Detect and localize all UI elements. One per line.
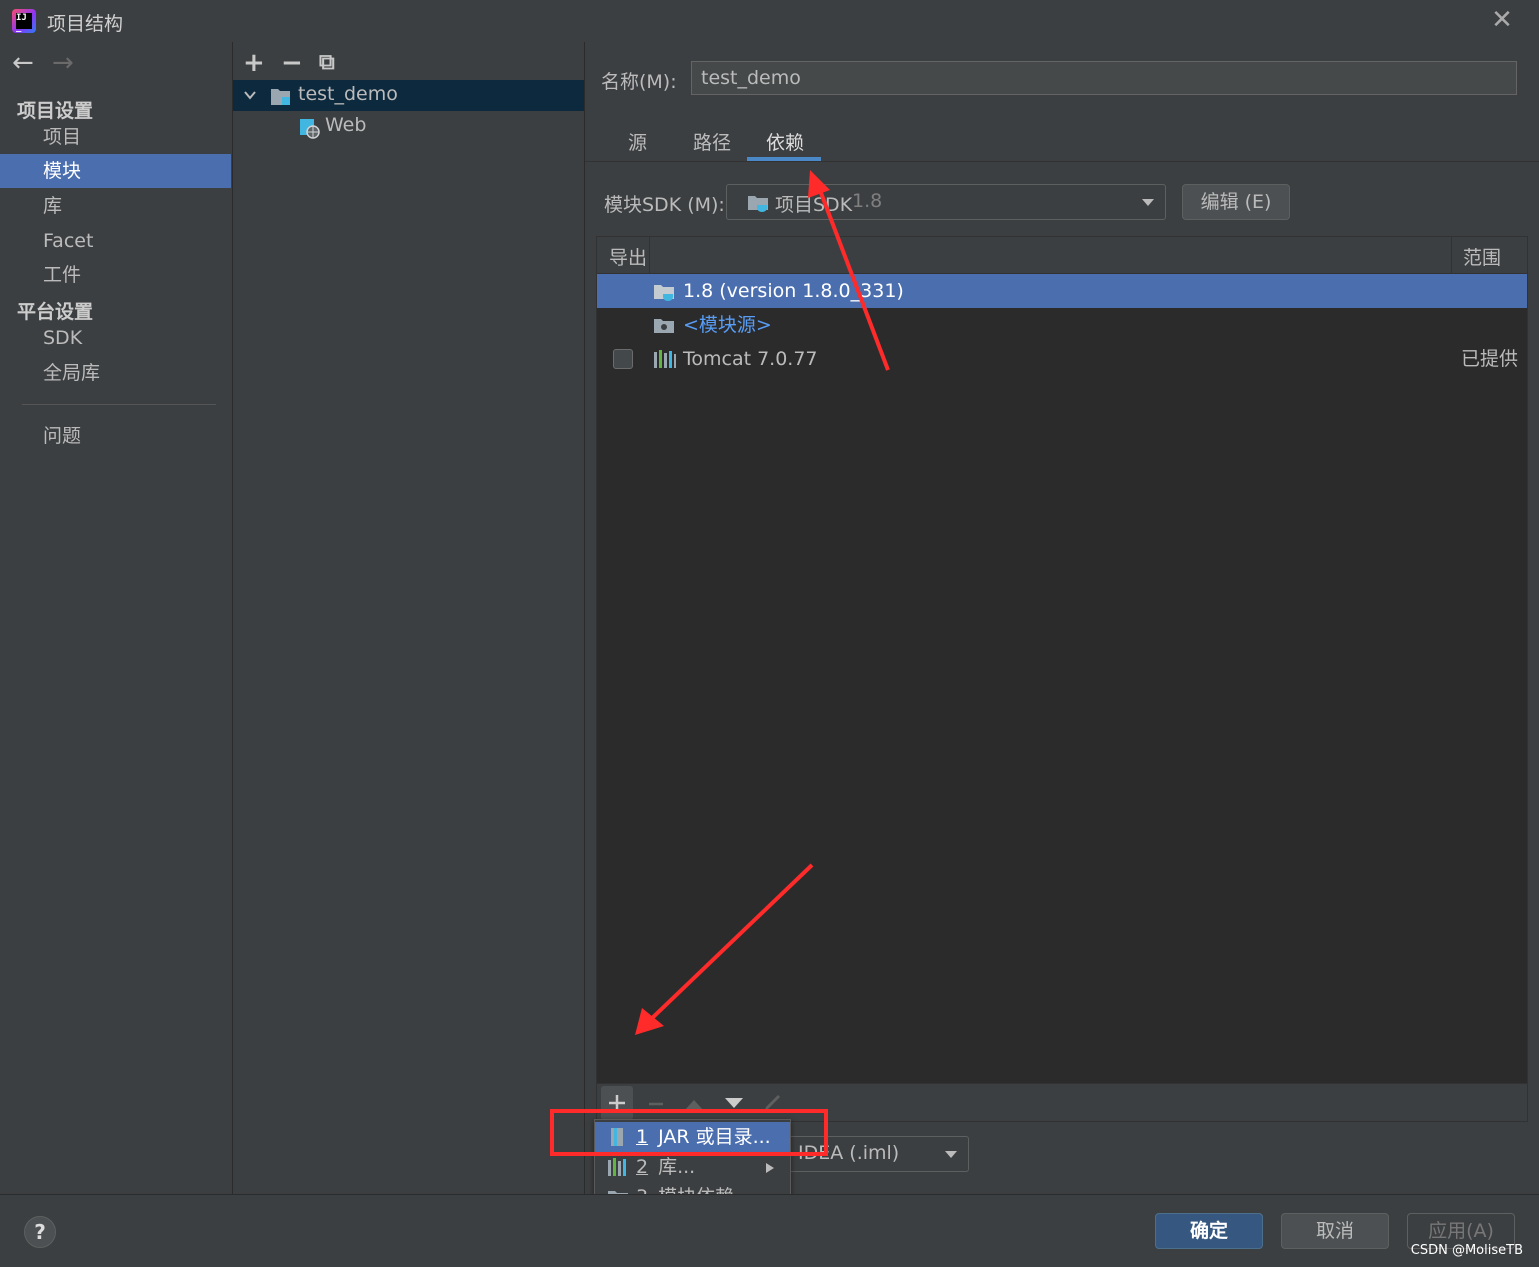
sdk-folder-icon [748, 196, 768, 212]
table-row-jdk[interactable]: 1.8 (version 1.8.0_331) [597, 274, 1527, 308]
module-folder-icon [271, 89, 290, 105]
tree-node-test-demo[interactable]: test_demo [233, 80, 584, 111]
title-bar: IJ _ 项目结构 ✕ [0, 0, 1539, 43]
menu-item-library[interactable]: 2 库... [595, 1152, 790, 1182]
table-header: 导出 范围 [597, 237, 1527, 274]
tree-node-web[interactable]: Web [233, 111, 584, 142]
column-scope[interactable]: 范围 [1463, 243, 1501, 270]
column-separator [649, 237, 650, 273]
forward-arrow-icon[interactable]: → [52, 48, 74, 78]
ok-button[interactable]: 确定 [1155, 1213, 1263, 1249]
module-name-input[interactable]: test_demo [691, 61, 1517, 95]
nav-item-artifacts[interactable]: 工件 [0, 258, 231, 292]
tab-sources[interactable]: 源 [628, 128, 647, 155]
copy-module-icon[interactable]: ⧉ [319, 50, 335, 75]
help-button[interactable]: ? [24, 1216, 56, 1248]
tree-node-label: test_demo [298, 83, 398, 105]
watermark-text: CSDN @MoliseTB [1410, 1243, 1523, 1258]
intellij-app-icon: IJ _ [12, 9, 36, 33]
column-export[interactable]: 导出 [609, 243, 647, 270]
dependency-name: 1.8 (version 1.8.0_331) [683, 280, 904, 302]
web-facet-icon [300, 119, 320, 139]
nav-item-problems[interactable]: 问题 [0, 419, 231, 453]
dependencies-table: 导出 范围 1.8 (version 1.8.0_331) <模块源> Tomc… [596, 236, 1528, 1084]
nav-item-facets[interactable]: Facet [0, 224, 231, 258]
cancel-button[interactable]: 取消 [1281, 1213, 1389, 1249]
module-settings-pane: 名称(M): test_demo 源 路径 依赖 模块SDK (M): 项目SD… [585, 42, 1539, 1194]
submenu-arrow-icon [766, 1163, 774, 1173]
table-row-module-source[interactable]: <模块源> [597, 308, 1527, 342]
module-tree-pane: + − ⧉ test_demo Web [233, 42, 585, 1194]
tab-dependencies[interactable]: 依赖 [766, 128, 804, 155]
sdk-version: 1.8 [852, 190, 883, 212]
library-icon [608, 1158, 626, 1176]
chevron-down-icon[interactable] [243, 89, 257, 101]
menu-mnemonic: 2 [636, 1156, 649, 1178]
table-row-tomcat[interactable]: Tomcat 7.0.77 已提供 [597, 342, 1527, 376]
library-icon [654, 350, 676, 368]
tabs-divider [585, 161, 1539, 162]
menu-item-label: 库... [658, 1156, 696, 1178]
window-title: 项目结构 [47, 13, 124, 35]
module-sdk-dropdown[interactable]: 项目SDK 1.8 [726, 184, 1166, 220]
remove-module-icon[interactable]: − [281, 48, 303, 78]
dialog-button-bar: ? 确定 取消 应用(A) [0, 1194, 1539, 1267]
left-navigation: ← → 项目设置 项目 模块 库 Facet 工件 平台设置 SDK 全局库 问… [0, 42, 233, 1194]
sdk-value: 项目SDK [775, 194, 853, 216]
nav-item-global-libraries[interactable]: 全局库 [0, 356, 231, 390]
name-label: 名称(M): [601, 71, 677, 93]
close-button[interactable]: ✕ [1488, 6, 1516, 34]
nav-item-libraries[interactable]: 库 [0, 189, 231, 223]
annotation-highlight-box [550, 1109, 828, 1156]
nav-item-modules[interactable]: 模块 [0, 154, 231, 188]
source-folder-icon [654, 319, 674, 333]
nav-item-project[interactable]: 项目 [0, 120, 231, 154]
tab-paths[interactable]: 路径 [693, 128, 731, 155]
nav-item-sdk[interactable]: SDK [0, 321, 231, 355]
section-project-settings: 项目设置 [17, 100, 94, 122]
export-checkbox[interactable] [613, 349, 633, 369]
back-arrow-icon[interactable]: ← [12, 48, 34, 78]
add-module-icon[interactable]: + [243, 48, 265, 78]
section-platform-settings: 平台设置 [17, 301, 94, 323]
dependency-name: Tomcat 7.0.77 [683, 348, 818, 370]
dependency-scope[interactable]: 已提供 [1461, 342, 1518, 376]
jdk-folder-icon [654, 285, 674, 301]
column-separator [1451, 237, 1452, 273]
chevron-down-icon [945, 1151, 957, 1158]
edit-sdk-button[interactable]: 编辑 (E) [1182, 184, 1290, 220]
nav-divider [22, 404, 216, 405]
chevron-down-icon [1142, 199, 1154, 206]
tree-node-label: Web [325, 114, 367, 136]
dependency-name: <模块源> [683, 314, 772, 336]
module-sdk-label: 模块SDK (M): [604, 194, 725, 216]
